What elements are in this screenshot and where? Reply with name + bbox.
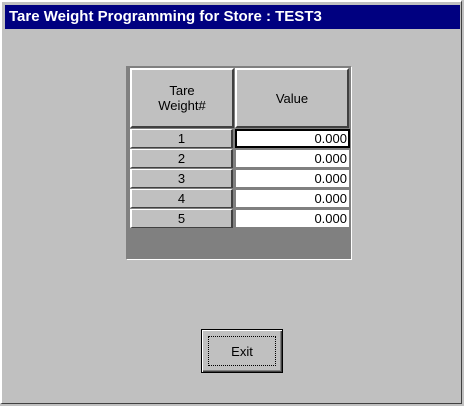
value-cell[interactable]: 0.000: [235, 169, 350, 188]
value-cell[interactable]: 0.000: [235, 209, 350, 228]
row-header[interactable]: 1: [130, 129, 233, 148]
column-header-tare-weight[interactable]: Tare Weight#: [130, 68, 234, 128]
exit-button[interactable]: Exit: [201, 329, 283, 373]
row-header[interactable]: 4: [130, 189, 233, 208]
window-title: Tare Weight Programming for Store : TEST…: [5, 5, 460, 29]
value-cell[interactable]: 0.000: [235, 149, 350, 168]
value-cell[interactable]: 0.000: [235, 189, 350, 208]
row-header[interactable]: 3: [130, 169, 233, 188]
exit-button-label: Exit: [208, 336, 276, 366]
row-header[interactable]: 2: [130, 149, 233, 168]
tare-weight-window: Tare Weight Programming for Store : TEST…: [0, 0, 462, 404]
value-cell[interactable]: 0.000: [235, 129, 350, 148]
column-header-value[interactable]: Value: [235, 68, 349, 128]
tare-weight-grid: Tare Weight# Value 1 0.000 2 0.000 3 0.0…: [126, 66, 352, 260]
row-header[interactable]: 5: [130, 209, 233, 228]
